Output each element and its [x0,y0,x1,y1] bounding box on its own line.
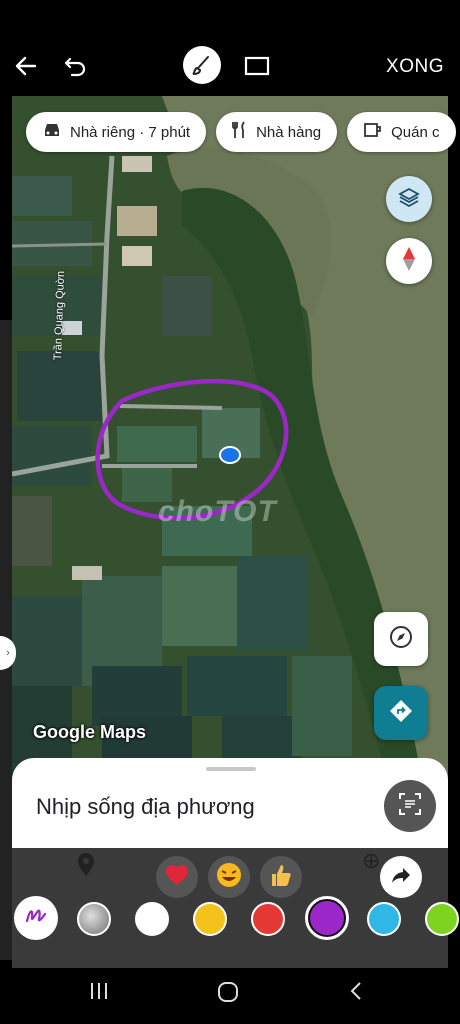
car-icon [42,121,62,143]
pen-scribble-icon [24,905,48,932]
color-swatch-cyan[interactable] [367,902,401,936]
brush-tool-icon[interactable] [183,46,221,84]
done-button[interactable]: XONG [386,56,444,78]
back-nav-icon[interactable] [348,980,364,1008]
color-swatch-red[interactable] [251,902,285,936]
my-location-button[interactable] [374,612,428,666]
pen-style-button[interactable] [14,896,58,940]
layers-icon [397,185,421,214]
explore-compass-icon [387,623,415,656]
chip-label: Nhà hàng [256,123,322,141]
color-swatch-white[interactable] [135,902,169,936]
directions-icon [388,698,414,729]
chotot-watermark: choTOT [158,495,277,528]
restaurant-icon [232,120,248,144]
location-marker[interactable] [219,446,241,464]
google-maps-attribution: Google Maps [33,722,147,742]
sheet-drag-handle[interactable] [206,767,256,771]
directions-button[interactable] [374,686,428,740]
crop-frame-icon[interactable] [239,48,275,84]
compass-icon [401,246,417,277]
undo-icon[interactable] [58,48,94,84]
location-pin-icon [76,852,96,883]
color-swatch-green[interactable] [425,902,459,936]
compass-button[interactable] [386,238,432,284]
chip-home[interactable]: Nhà riêng · 7 phút [26,112,207,152]
sheet-title: Nhịp sống địa phương [36,794,255,819]
layers-button[interactable] [386,176,432,222]
color-swatch-purple-selected[interactable] [305,896,349,940]
add-icon[interactable]: ⊕ [362,848,380,874]
chevron-right-icon: › [6,647,10,659]
category-chips: Nhà riêng · 7 phút Nhà hàng Quán c [26,112,456,152]
color-swatch-yellow[interactable] [193,902,227,936]
chip-restaurants[interactable]: Nhà hàng [216,112,338,152]
chip-label: Quán c [391,123,440,141]
editor-toolbar: XONG [0,0,460,96]
chip-coffee[interactable]: Quán c [347,112,456,152]
scan-text-button[interactable] [384,780,436,832]
selected-color-dot [310,901,344,935]
share-arrow-icon [390,865,412,890]
scan-text-icon [397,791,423,822]
coffee-icon [363,121,383,143]
chip-label: Nhà riêng · 7 phút [70,123,191,141]
bottom-sheet[interactable]: Nhịp sống địa phương [12,758,448,848]
home-icon[interactable] [216,980,240,1010]
recent-apps-icon[interactable] [88,980,110,1008]
color-swatch-gray[interactable] [77,902,111,936]
back-arrow-icon[interactable] [8,48,44,84]
